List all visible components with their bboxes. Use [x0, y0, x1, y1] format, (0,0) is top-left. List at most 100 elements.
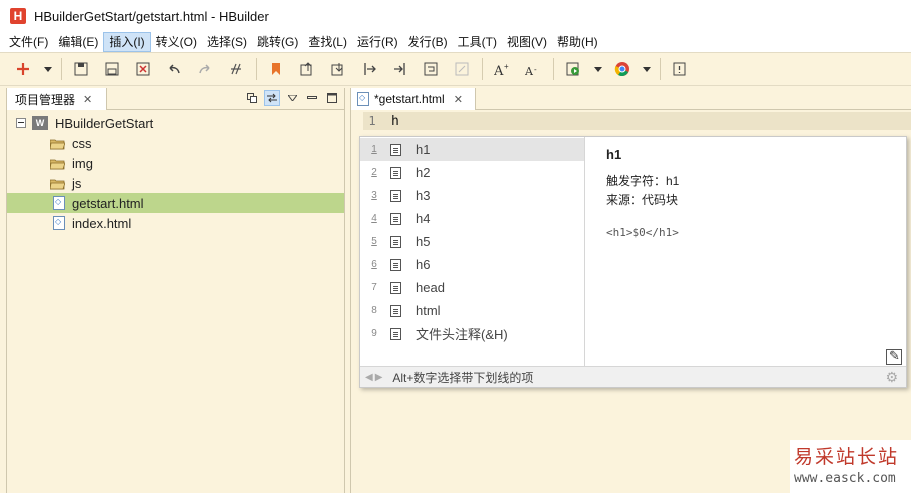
autocomplete-popup: 1 h1 2 h2 3 h3 4 h4 5 h5 6 h6 7 head 8 h… — [359, 136, 907, 388]
font-increase-icon[interactable]: A + — [491, 58, 513, 80]
bookmark-icon[interactable] — [265, 58, 287, 80]
menu-select[interactable]: 选择(S) — [202, 32, 252, 52]
maximize-icon[interactable] — [324, 90, 340, 106]
wrap-icon[interactable] — [420, 58, 442, 80]
new-plus-icon[interactable] — [12, 58, 34, 80]
project-manager-panel: 项目管理器 ✕ W HBuilderGetStart css img js ◇ … — [6, 88, 345, 493]
info-icon[interactable] — [669, 58, 691, 80]
snippet-icon — [390, 304, 401, 317]
tree-item-file-selected[interactable]: getstart.html — [7, 193, 344, 213]
hbuilder-logo-icon: H — [10, 8, 26, 24]
run-dropdown-icon[interactable] — [593, 58, 603, 80]
list-item[interactable]: 4 h4 — [360, 207, 584, 230]
browser-dropdown-icon[interactable] — [642, 58, 652, 80]
item-label: 文件头注释(&H) — [416, 327, 508, 342]
edit-snippet-icon[interactable] — [886, 348, 902, 365]
item-number: 5 — [371, 236, 377, 247]
detail-source: 来源：代码块 — [606, 193, 679, 207]
new-dropdown-icon[interactable] — [43, 58, 53, 80]
menu-find[interactable]: 查找(L) — [303, 32, 352, 52]
close-icon[interactable]: ✕ — [454, 93, 463, 106]
close-icon[interactable]: ✕ — [83, 93, 92, 106]
item-label: h5 — [416, 234, 431, 249]
jump-start-icon[interactable] — [358, 58, 380, 80]
snippet-detail: h1 触发字符：h1 来源：代码块 <h1>$0</h1> — [606, 147, 896, 239]
tab-label: *getstart.html — [374, 92, 445, 106]
menu-view[interactable]: 视图(V) — [502, 32, 552, 52]
chrome-browser-icon[interactable] — [611, 58, 633, 80]
line-number: 1 — [368, 114, 376, 128]
item-number: 3 — [371, 190, 377, 201]
svg-text:A: A — [525, 65, 534, 76]
list-item[interactable]: 8 html — [360, 299, 584, 322]
editor-tab-bar: *getstart.html ✕ — [351, 88, 911, 110]
list-item[interactable]: 2 h2 — [360, 161, 584, 184]
list-item[interactable]: 1 h1 — [360, 138, 584, 161]
list-item[interactable]: 3 h3 — [360, 184, 584, 207]
format-icon[interactable] — [225, 58, 247, 80]
status-hint: Alt+数字选择带下划线的项 — [392, 370, 534, 385]
font-decrease-icon[interactable]: A- — [522, 58, 544, 80]
menu-edit[interactable]: 编辑(E) — [53, 32, 103, 52]
item-number: 8 — [371, 305, 377, 316]
go-down-icon[interactable] — [327, 58, 349, 80]
collapse-toggle-icon[interactable] — [16, 118, 26, 128]
toolbar-separator — [553, 58, 554, 80]
link-editor-icon[interactable] — [264, 90, 280, 106]
toolbar-separator — [660, 58, 661, 80]
redo-icon[interactable] — [194, 58, 216, 80]
item-label: h3 — [416, 188, 431, 203]
minimize-icon[interactable] — [304, 90, 320, 106]
tree-item-folder[interactable]: css — [7, 133, 344, 153]
menu-tools[interactable]: 工具(T) — [453, 32, 502, 52]
code-line[interactable]: 1 h — [363, 112, 911, 130]
nav-arrows-icon[interactable]: ◀▶ — [365, 372, 384, 383]
snippet-icon — [390, 143, 401, 156]
collapse-all-icon[interactable] — [244, 90, 260, 106]
code-text[interactable]: h — [391, 114, 399, 129]
snippet-icon — [390, 235, 401, 248]
snippet-icon — [390, 258, 401, 271]
detail-code: <h1>$0</h1> — [606, 226, 679, 239]
close-file-icon[interactable] — [132, 58, 154, 80]
list-item[interactable]: 5 h5 — [360, 230, 584, 253]
list-item[interactable]: 7 head — [360, 276, 584, 299]
panel-controls — [240, 90, 340, 106]
menu-help[interactable]: 帮助(H) — [552, 32, 603, 52]
go-up-icon[interactable] — [296, 58, 318, 80]
tree-item-file[interactable]: index.html — [7, 213, 344, 233]
menu-file[interactable]: 文件(F) — [4, 32, 53, 52]
undo-icon[interactable] — [163, 58, 185, 80]
html-file-icon — [53, 196, 65, 210]
toolbar-separator — [61, 58, 62, 80]
toolbar-separator — [482, 58, 483, 80]
menu-publish[interactable]: 发行(B) — [403, 32, 453, 52]
run-icon[interactable] — [562, 58, 584, 80]
save-all-icon[interactable] — [101, 58, 123, 80]
tab-project-manager[interactable]: 项目管理器 ✕ — [7, 88, 107, 110]
menu-run[interactable]: 运行(R) — [352, 32, 403, 52]
autocomplete-status-bar: ◀▶ Alt+数字选择带下划线的项 ⚙ — [360, 366, 906, 387]
window-title: HBuilderGetStart/getstart.html - HBuilde… — [34, 8, 269, 24]
snippet-icon — [390, 189, 401, 202]
jump-end-icon[interactable] — [389, 58, 411, 80]
watermark-text: 易采站长站 — [794, 446, 900, 468]
panel-tab-bar: 项目管理器 ✕ — [7, 88, 344, 110]
list-item[interactable]: 9 文件头注释(&H) — [360, 322, 584, 345]
watermark-url: www.easck.com — [794, 471, 896, 486]
disabled-action-icon[interactable] — [451, 58, 473, 80]
menu-escape[interactable]: 转义(O) — [151, 32, 202, 52]
snippet-icon — [390, 327, 401, 340]
view-menu-icon[interactable] — [284, 90, 300, 106]
snippet-icon — [390, 212, 401, 225]
menu-goto[interactable]: 跳转(G) — [252, 32, 303, 52]
gear-icon[interactable]: ⚙ — [885, 369, 898, 386]
save-icon[interactable] — [70, 58, 92, 80]
list-item[interactable]: 6 h6 — [360, 253, 584, 276]
tab-getstart-html[interactable]: *getstart.html ✕ — [351, 88, 476, 110]
item-number: 2 — [371, 167, 377, 178]
menu-insert[interactable]: 插入(I) — [103, 32, 151, 52]
tree-item-folder[interactable]: js — [7, 173, 344, 193]
tree-item-folder[interactable]: img — [7, 153, 344, 173]
tree-item-project[interactable]: W HBuilderGetStart — [7, 113, 344, 133]
